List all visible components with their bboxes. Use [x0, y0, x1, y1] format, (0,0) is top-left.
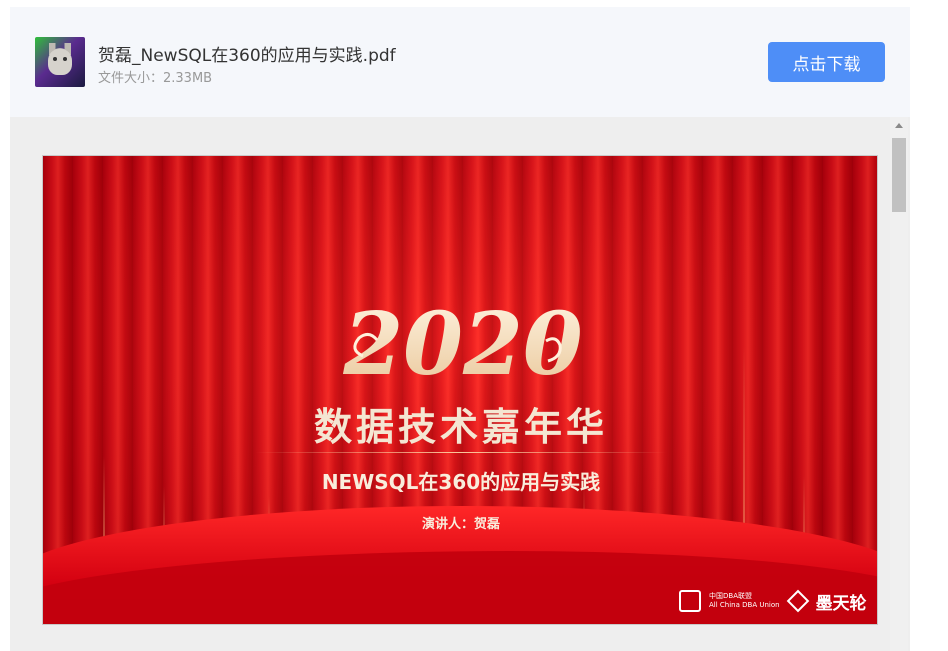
file-header: 贺磊_NewSQL在360的应用与实践.pdf 文件大小：2.33MB 点击下载 — [10, 7, 910, 117]
file-name: 贺磊_NewSQL在360的应用与实践.pdf — [98, 46, 396, 66]
sponsor-logos: 中国DBA联盟 All China DBA Union 墨天轮 — [679, 586, 867, 616]
event-logo: 2020 — [342, 294, 582, 395]
slide-title: 数据技术嘉年华 — [313, 404, 608, 449]
svg-text:2020: 2020 — [342, 294, 582, 395]
download-button[interactable]: 点击下载 — [768, 42, 885, 82]
pdf-viewer[interactable]: 2020 数据技术嘉年华 NEWSQL在360的应用与实践 演讲人：贺磊 中国D… — [10, 117, 910, 651]
slide-divider — [255, 452, 667, 453]
avatar — [35, 37, 85, 87]
scroll-thumb[interactable] — [892, 138, 906, 212]
modb-label: 墨天轮 — [815, 593, 867, 614]
modb-icon — [788, 591, 808, 611]
slide-subtitle: NEWSQL在360的应用与实践 — [321, 470, 601, 494]
slide-speaker: 演讲人：贺磊 — [421, 517, 500, 532]
dba-union-label: 中国DBA联盟 All China DBA Union — [709, 592, 780, 609]
dba-union-icon — [679, 590, 701, 612]
pdf-page: 2020 数据技术嘉年华 NEWSQL在360的应用与实践 演讲人：贺磊 中国D… — [42, 155, 878, 625]
preview-panel: 贺磊_NewSQL在360的应用与实践.pdf 文件大小：2.33MB 点击下载 — [10, 7, 910, 651]
vertical-scrollbar[interactable] — [890, 117, 908, 651]
file-size: 文件大小：2.33MB — [98, 71, 213, 86]
scroll-up-arrow-icon[interactable] — [895, 123, 903, 128]
